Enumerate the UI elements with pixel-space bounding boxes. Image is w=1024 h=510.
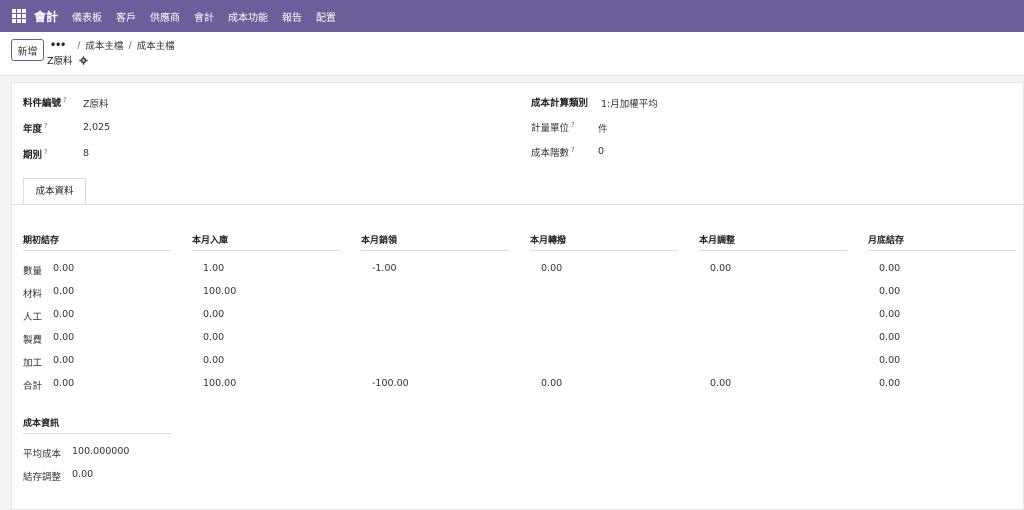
cell-qty-closing: 0.00	[879, 263, 901, 274]
cell-total-closing: 0.00	[879, 378, 901, 389]
cell-overhead-opening: 0.00	[53, 332, 75, 343]
breadcrumb-item-cost-master[interactable]: 成本主檔	[85, 38, 123, 52]
apps-grid-icon[interactable]	[12, 9, 26, 23]
cell-material-closing: 0.00	[879, 286, 901, 297]
new-button[interactable]: 新增	[11, 39, 44, 61]
control-panel: 新增 ••• / 成本主檔 / 成本主檔 Z原料	[0, 32, 1024, 76]
row-label-material: 材料	[23, 289, 43, 300]
nav-item-accounting[interactable]: 會計	[194, 9, 214, 24]
year-value[interactable]: 2,025	[83, 122, 110, 133]
breadcrumb-separator: /	[77, 39, 81, 51]
period-label: 期別?	[23, 147, 48, 161]
cell-total-adjustments: 0.00	[710, 378, 732, 389]
cell-qty-adjustments: 0.00	[710, 263, 732, 274]
cell-material-opening: 0.00	[53, 286, 75, 297]
nav-item-customers[interactable]: 客戶	[116, 9, 136, 24]
nav-item-configuration[interactable]: 配置	[316, 9, 336, 24]
col-head-transfers: 本月轉撥	[530, 233, 678, 251]
breadcrumb: ••• / 成本主檔 / 成本主檔	[50, 38, 175, 53]
record-title: Z原料	[47, 56, 73, 67]
cell-qty-receipts: 1.00	[203, 263, 225, 274]
tab-divider	[12, 204, 1024, 205]
nav-menu: 儀表板 客戶 供應商 會計 成本功能 報告 配置	[72, 9, 350, 24]
cell-qty-issues: -1.00	[372, 263, 397, 274]
tab-cost-data[interactable]: 成本資料	[23, 178, 86, 205]
row-label-quantity: 數量	[23, 266, 43, 277]
col-head-opening: 期初結存	[23, 233, 171, 251]
item-no-label: 料件編號?	[23, 95, 67, 109]
cost-calc-type-label: 成本計算類別	[531, 98, 589, 109]
cell-total-receipts: 100.00	[203, 378, 237, 389]
cost-level-label: 成本階數?	[531, 145, 575, 159]
col-head-adjustments: 本月調整	[699, 233, 847, 251]
cell-labor-opening: 0.00	[53, 309, 75, 320]
balance-adj-value: 0.00	[72, 469, 94, 480]
col-head-receipts: 本月入庫	[192, 233, 340, 251]
avg-cost-label: 平均成本	[23, 449, 62, 460]
year-label: 年度?	[23, 121, 48, 135]
col-head-issues: 本月銷領	[361, 233, 509, 251]
record-title-row: Z原料	[47, 53, 88, 67]
uom-label: 計量單位?	[531, 120, 575, 134]
breadcrumb-item-cost-master-current[interactable]: 成本主檔	[137, 38, 175, 52]
row-label-processing: 加工	[23, 358, 43, 369]
nav-item-cost-functions[interactable]: 成本功能	[228, 9, 268, 24]
cell-processing-opening: 0.00	[53, 355, 75, 366]
cell-labor-closing: 0.00	[879, 309, 901, 320]
cell-overhead-receipts: 0.00	[203, 332, 225, 343]
cell-overhead-closing: 0.00	[879, 332, 901, 343]
row-label-overhead: 製費	[23, 335, 43, 346]
app-name[interactable]: 會計	[34, 8, 58, 25]
item-no-value[interactable]: Z原料	[83, 96, 109, 110]
uom-value[interactable]: 件	[598, 121, 608, 135]
avg-cost-value: 100.000000	[72, 446, 130, 457]
row-label-labor: 人工	[23, 312, 43, 323]
gear-icon[interactable]	[78, 55, 88, 65]
top-navbar: 會計 儀表板 客戶 供應商 會計 成本功能 報告 配置	[0, 0, 1024, 32]
cost-info-title: 成本資訊	[23, 416, 171, 434]
nav-item-vendors[interactable]: 供應商	[150, 9, 180, 24]
cell-total-transfers: 0.00	[541, 378, 563, 389]
breadcrumb-separator: /	[128, 39, 132, 51]
cell-processing-receipts: 0.00	[203, 355, 225, 366]
cost-calc-type-value[interactable]: 1:月加權平均	[601, 96, 658, 110]
row-label-total: 合計	[23, 381, 43, 392]
more-actions-icon[interactable]: •••	[50, 40, 66, 51]
cell-total-issues: -100.00	[372, 378, 409, 389]
col-head-closing: 月底結存	[868, 233, 1016, 251]
cell-processing-closing: 0.00	[879, 355, 901, 366]
cost-level-value[interactable]: 0	[598, 146, 604, 157]
balance-adj-label: 結存調整	[23, 472, 62, 483]
nav-item-dashboard[interactable]: 儀表板	[72, 9, 102, 24]
nav-item-reports[interactable]: 報告	[282, 9, 302, 24]
cell-qty-transfers: 0.00	[541, 263, 563, 274]
cell-material-receipts: 100.00	[203, 286, 237, 297]
form-sheet: 料件編號? Z原料 年度? 2,025 期別? 8 成本計算類別 1:月加權平均…	[11, 82, 1024, 510]
cell-total-opening: 0.00	[53, 378, 75, 389]
period-value[interactable]: 8	[83, 148, 89, 159]
cell-labor-receipts: 0.00	[203, 309, 225, 320]
cell-qty-opening: 0.00	[53, 263, 75, 274]
